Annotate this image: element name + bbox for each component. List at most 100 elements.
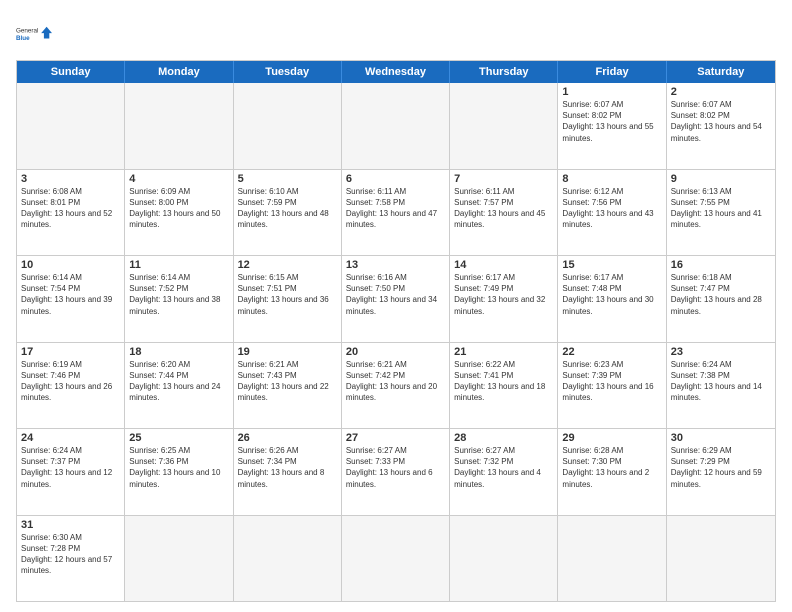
day-cell-26: 26Sunrise: 6:26 AMSunset: 7:34 PMDayligh… <box>234 429 342 515</box>
day-number: 30 <box>671 432 771 444</box>
sun-info: Sunrise: 6:07 AMSunset: 8:02 PMDaylight:… <box>562 99 661 144</box>
calendar-row-2: 10Sunrise: 6:14 AMSunset: 7:54 PMDayligh… <box>17 255 775 342</box>
calendar-row-5: 31Sunrise: 6:30 AMSunset: 7:28 PMDayligh… <box>17 515 775 602</box>
sun-info: Sunrise: 6:10 AMSunset: 7:59 PMDaylight:… <box>238 186 337 231</box>
day-cell-30: 30Sunrise: 6:29 AMSunset: 7:29 PMDayligh… <box>667 429 775 515</box>
day-cell-19: 19Sunrise: 6:21 AMSunset: 7:43 PMDayligh… <box>234 343 342 429</box>
sun-info: Sunrise: 6:26 AMSunset: 7:34 PMDaylight:… <box>238 445 337 490</box>
sun-info: Sunrise: 6:14 AMSunset: 7:52 PMDaylight:… <box>129 272 228 317</box>
sun-info: Sunrise: 6:20 AMSunset: 7:44 PMDaylight:… <box>129 359 228 404</box>
sun-info: Sunrise: 6:08 AMSunset: 8:01 PMDaylight:… <box>21 186 120 231</box>
empty-cell <box>558 516 666 602</box>
day-number: 4 <box>129 173 228 185</box>
weekday-header-tuesday: Tuesday <box>234 61 342 83</box>
day-cell-10: 10Sunrise: 6:14 AMSunset: 7:54 PMDayligh… <box>17 256 125 342</box>
empty-cell <box>450 83 558 169</box>
sun-info: Sunrise: 6:23 AMSunset: 7:39 PMDaylight:… <box>562 359 661 404</box>
day-number: 12 <box>238 259 337 271</box>
sun-info: Sunrise: 6:19 AMSunset: 7:46 PMDaylight:… <box>21 359 120 404</box>
empty-cell <box>342 83 450 169</box>
header: General Blue <box>16 16 776 52</box>
day-number: 17 <box>21 346 120 358</box>
sun-info: Sunrise: 6:09 AMSunset: 8:00 PMDaylight:… <box>129 186 228 231</box>
svg-text:Blue: Blue <box>16 35 30 42</box>
calendar-row-1: 3Sunrise: 6:08 AMSunset: 8:01 PMDaylight… <box>17 169 775 256</box>
page: General Blue SundayMondayTuesdayWednesda… <box>0 0 792 612</box>
empty-cell <box>125 516 233 602</box>
day-number: 26 <box>238 432 337 444</box>
empty-cell <box>17 83 125 169</box>
day-cell-6: 6Sunrise: 6:11 AMSunset: 7:58 PMDaylight… <box>342 170 450 256</box>
logo: General Blue <box>16 16 52 52</box>
day-cell-14: 14Sunrise: 6:17 AMSunset: 7:49 PMDayligh… <box>450 256 558 342</box>
weekday-header-monday: Monday <box>125 61 233 83</box>
calendar-row-3: 17Sunrise: 6:19 AMSunset: 7:46 PMDayligh… <box>17 342 775 429</box>
calendar-header: SundayMondayTuesdayWednesdayThursdayFrid… <box>17 61 775 83</box>
sun-info: Sunrise: 6:18 AMSunset: 7:47 PMDaylight:… <box>671 272 771 317</box>
weekday-header-saturday: Saturday <box>667 61 775 83</box>
sun-info: Sunrise: 6:24 AMSunset: 7:37 PMDaylight:… <box>21 445 120 490</box>
empty-cell <box>667 516 775 602</box>
sun-info: Sunrise: 6:17 AMSunset: 7:49 PMDaylight:… <box>454 272 553 317</box>
day-cell-2: 2Sunrise: 6:07 AMSunset: 8:02 PMDaylight… <box>667 83 775 169</box>
day-number: 21 <box>454 346 553 358</box>
day-number: 24 <box>21 432 120 444</box>
day-number: 31 <box>21 519 120 531</box>
day-cell-15: 15Sunrise: 6:17 AMSunset: 7:48 PMDayligh… <box>558 256 666 342</box>
day-cell-29: 29Sunrise: 6:28 AMSunset: 7:30 PMDayligh… <box>558 429 666 515</box>
day-cell-20: 20Sunrise: 6:21 AMSunset: 7:42 PMDayligh… <box>342 343 450 429</box>
empty-cell <box>125 83 233 169</box>
sun-info: Sunrise: 6:16 AMSunset: 7:50 PMDaylight:… <box>346 272 445 317</box>
sun-info: Sunrise: 6:21 AMSunset: 7:42 PMDaylight:… <box>346 359 445 404</box>
sun-info: Sunrise: 6:14 AMSunset: 7:54 PMDaylight:… <box>21 272 120 317</box>
day-cell-25: 25Sunrise: 6:25 AMSunset: 7:36 PMDayligh… <box>125 429 233 515</box>
sun-info: Sunrise: 6:29 AMSunset: 7:29 PMDaylight:… <box>671 445 771 490</box>
day-number: 27 <box>346 432 445 444</box>
day-number: 6 <box>346 173 445 185</box>
day-number: 1 <box>562 86 661 98</box>
day-cell-18: 18Sunrise: 6:20 AMSunset: 7:44 PMDayligh… <box>125 343 233 429</box>
day-cell-31: 31Sunrise: 6:30 AMSunset: 7:28 PMDayligh… <box>17 516 125 602</box>
day-number: 25 <box>129 432 228 444</box>
sun-info: Sunrise: 6:11 AMSunset: 7:58 PMDaylight:… <box>346 186 445 231</box>
day-cell-4: 4Sunrise: 6:09 AMSunset: 8:00 PMDaylight… <box>125 170 233 256</box>
day-number: 29 <box>562 432 661 444</box>
calendar: SundayMondayTuesdayWednesdayThursdayFrid… <box>16 60 776 602</box>
svg-text:General: General <box>16 28 38 35</box>
sun-info: Sunrise: 6:17 AMSunset: 7:48 PMDaylight:… <box>562 272 661 317</box>
sun-info: Sunrise: 6:30 AMSunset: 7:28 PMDaylight:… <box>21 532 120 577</box>
sun-info: Sunrise: 6:11 AMSunset: 7:57 PMDaylight:… <box>454 186 553 231</box>
day-number: 16 <box>671 259 771 271</box>
sun-info: Sunrise: 6:28 AMSunset: 7:30 PMDaylight:… <box>562 445 661 490</box>
empty-cell <box>234 516 342 602</box>
day-cell-7: 7Sunrise: 6:11 AMSunset: 7:57 PMDaylight… <box>450 170 558 256</box>
day-number: 22 <box>562 346 661 358</box>
day-number: 5 <box>238 173 337 185</box>
weekday-header-thursday: Thursday <box>450 61 558 83</box>
weekday-header-sunday: Sunday <box>17 61 125 83</box>
sun-info: Sunrise: 6:21 AMSunset: 7:43 PMDaylight:… <box>238 359 337 404</box>
sun-info: Sunrise: 6:27 AMSunset: 7:33 PMDaylight:… <box>346 445 445 490</box>
weekday-header-wednesday: Wednesday <box>342 61 450 83</box>
weekday-header-friday: Friday <box>558 61 666 83</box>
day-cell-21: 21Sunrise: 6:22 AMSunset: 7:41 PMDayligh… <box>450 343 558 429</box>
sun-info: Sunrise: 6:07 AMSunset: 8:02 PMDaylight:… <box>671 99 771 144</box>
day-cell-9: 9Sunrise: 6:13 AMSunset: 7:55 PMDaylight… <box>667 170 775 256</box>
day-cell-8: 8Sunrise: 6:12 AMSunset: 7:56 PMDaylight… <box>558 170 666 256</box>
sun-info: Sunrise: 6:25 AMSunset: 7:36 PMDaylight:… <box>129 445 228 490</box>
day-cell-3: 3Sunrise: 6:08 AMSunset: 8:01 PMDaylight… <box>17 170 125 256</box>
day-cell-13: 13Sunrise: 6:16 AMSunset: 7:50 PMDayligh… <box>342 256 450 342</box>
day-number: 14 <box>454 259 553 271</box>
day-number: 3 <box>21 173 120 185</box>
empty-cell <box>342 516 450 602</box>
calendar-body: 1Sunrise: 6:07 AMSunset: 8:02 PMDaylight… <box>17 83 775 601</box>
day-number: 9 <box>671 173 771 185</box>
sun-info: Sunrise: 6:24 AMSunset: 7:38 PMDaylight:… <box>671 359 771 404</box>
sun-info: Sunrise: 6:15 AMSunset: 7:51 PMDaylight:… <box>238 272 337 317</box>
empty-cell <box>234 83 342 169</box>
day-number: 23 <box>671 346 771 358</box>
day-number: 11 <box>129 259 228 271</box>
day-cell-16: 16Sunrise: 6:18 AMSunset: 7:47 PMDayligh… <box>667 256 775 342</box>
day-cell-17: 17Sunrise: 6:19 AMSunset: 7:46 PMDayligh… <box>17 343 125 429</box>
day-number: 19 <box>238 346 337 358</box>
